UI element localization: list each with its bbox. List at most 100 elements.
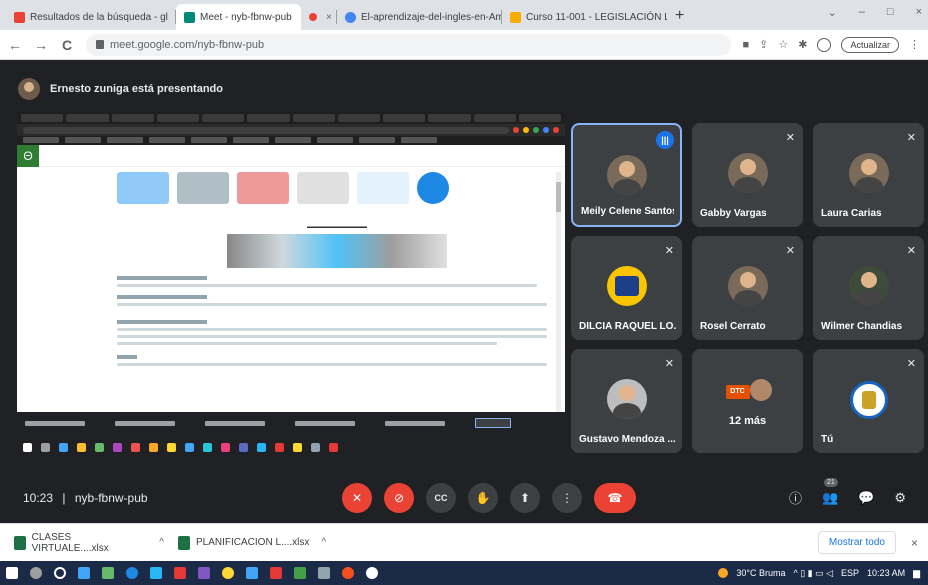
edge-icon[interactable] [126,567,138,579]
chat-icon[interactable]: 💬 [858,490,874,506]
menu-icon[interactable]: ⋮ [909,38,920,51]
app-icon[interactable] [150,567,162,579]
close-window-button[interactable]: × [916,6,922,19]
chevron-up-icon[interactable]: ^ [321,537,326,548]
back-button[interactable]: ← [8,37,22,53]
call-controls: ✕ ⊘ CC ✋ ⬆ ⋮ ☎ [342,482,636,513]
forward-button[interactable]: → [34,37,48,53]
tray-icons[interactable]: ^ ▯ ▮ ▭ ◁ [793,568,833,579]
word-icon[interactable] [246,567,258,579]
shared-browser-tabs [17,112,565,124]
present-button[interactable]: ⬆ [510,482,540,513]
reload-button[interactable]: C [60,37,74,53]
tab-recording[interactable]: × [301,4,337,30]
presenter-banner: Ernesto zuniga está presentando [18,74,918,104]
weather-text[interactable]: 30°C Bruma [736,568,785,578]
side-panel-controls: ⓘ 21 👥 💬 ⚙ [789,477,906,507]
participant-name: Gabby Vargas [700,208,767,219]
participant-tile[interactable]: ||| Meily Celene Santos [571,123,682,227]
participant-tile[interactable]: ✕ DILCIA RAQUEL LO... [571,236,682,340]
avatar [727,153,768,193]
mic-muted-icon: ✕ [785,132,795,144]
new-tab-button[interactable]: + [667,7,692,30]
url-input[interactable]: meet.google.com/nyb-fbnw-pub [86,33,731,56]
participant-tile[interactable]: ✕ Wilmer Chandias [813,236,924,340]
meet-control-bar: 10:23 | nyb-fbnw-pub ✕ ⊘ CC ✋ ⬆ ⋮ ☎ ⓘ 21… [0,472,928,523]
participant-tile[interactable]: ✕ Gabby Vargas [692,123,803,227]
notifications-icon[interactable]: ▆ [913,568,920,579]
participant-name: Tú [821,434,834,445]
avatar [606,379,647,419]
captions-button[interactable]: CC [426,482,456,513]
more-options-button[interactable]: ⋮ [552,482,582,513]
mic-muted-icon: ✕ [664,358,674,370]
chrome-icon[interactable] [222,567,234,579]
participant-tile[interactable]: ✕ Laura Carias [813,123,924,227]
end-call-button[interactable]: ☎ [594,482,636,513]
shared-bookmarks-bar [17,136,565,145]
app-icon[interactable] [174,567,186,579]
show-all-downloads-button[interactable]: Mostrar todo [817,531,896,554]
bookmark-star-icon[interactable]: ☆ [778,38,788,51]
shared-screen[interactable]: Θ ▬▬▬▬▬▬▬▬▬▬▬▬ [17,112,565,460]
tab-english-learning[interactable]: El-aprendizaje-del-ingles-en-Am × [337,4,502,30]
task-view-icon[interactable] [78,567,90,579]
meeting-info-icon[interactable]: ⓘ [789,488,802,507]
gmail-favicon-icon [14,11,25,23]
clock[interactable]: 10:23 AM [867,568,905,578]
excel-file-icon [178,535,190,550]
maximize-button[interactable]: □ [887,6,894,19]
tab-search-icon[interactable]: ⌄ [828,6,837,19]
search-icon[interactable] [30,567,42,579]
app-icon[interactable] [318,567,330,579]
extensions-icon[interactable]: ✱ [798,38,807,51]
mic-muted-icon: ✕ [906,132,916,144]
participants-count-badge: 21 [823,477,838,487]
participant-tile[interactable]: ✕ Rosel Cerrato [692,236,803,340]
course-favicon-icon [510,11,521,23]
people-button[interactable]: 21 👥 [821,477,839,506]
close-icon[interactable]: × [326,12,332,23]
camera-in-use-icon[interactable]: ■ [743,39,750,51]
tab-title: Resultados de la búsqueda - gl [30,11,168,23]
app-icon[interactable] [102,567,114,579]
cortana-icon[interactable] [54,567,66,579]
close-download-shelf-button[interactable]: × [911,536,918,550]
chevron-up-icon[interactable]: ^ [159,537,164,548]
camera-toggle-button[interactable]: ⊘ [384,482,414,513]
participant-name: Rosel Cerrato [700,321,766,332]
excel-icon[interactable] [294,567,306,579]
shared-scrollbar [556,172,561,412]
participant-name: Meily Celene Santos [581,206,674,217]
download-item[interactable]: PLANIFICACION L....xlsx ^ [178,535,328,550]
presenter-text: Ernesto zuniga está presentando [50,83,223,95]
raise-hand-button[interactable]: ✋ [468,482,498,513]
tab-title: Meet - nyb-fbnw-pub [200,11,292,23]
app-icon[interactable] [270,567,282,579]
people-icon: 👥 [821,489,839,505]
app-icon[interactable] [198,567,210,579]
meet-favicon-icon [184,11,195,23]
activities-icon[interactable]: ⚙ [894,490,906,506]
tab-curso[interactable]: Curso 11-001 - LEGISLACIÓN LA × [502,4,667,30]
language-indicator[interactable]: ESP [841,568,859,578]
microphone-toggle-button[interactable]: ✕ [342,482,372,513]
more-participants-tile[interactable]: DTC 12 más [692,349,803,453]
meeting-code: nyb-fbnw-pub [74,490,148,505]
start-icon[interactable] [6,567,18,579]
meeting-details: 10:23 | nyb-fbnw-pub [23,491,148,505]
profile-avatar[interactable] [817,37,832,52]
self-tile[interactable]: ✕ Tú [813,349,924,453]
share-icon[interactable]: ⇪ [759,38,768,51]
app-icon[interactable] [342,567,354,579]
shared-image-row [117,172,557,204]
app-icon[interactable] [366,567,378,579]
download-item[interactable]: CLASES VIRTUALE....xlsx ^ [14,532,164,554]
participant-tile[interactable]: ✕ Gustavo Mendoza ... [571,349,682,453]
tab-google-search[interactable]: Resultados de la búsqueda - gl × [6,4,176,30]
shared-taskbar [17,434,565,460]
tab-meet[interactable]: Meet - nyb-fbnw-pub [176,4,301,30]
minimize-button[interactable]: – [859,6,865,19]
system-tray: 30°C Bruma ^ ▯ ▮ ▭ ◁ ESP 10:23 AM ▆ [718,568,920,579]
update-button[interactable]: Actualizar [841,36,899,53]
